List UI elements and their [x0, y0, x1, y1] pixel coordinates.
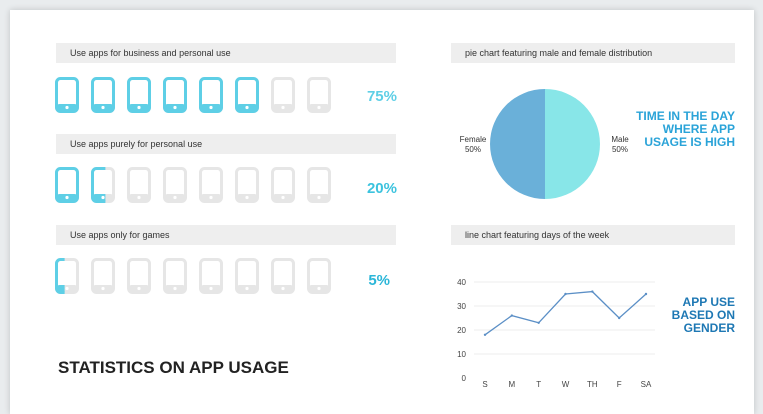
page-title: STATISTICS ON APP USAGE	[58, 358, 289, 377]
infographic-card: Use apps for business and personal use 7…	[10, 10, 754, 414]
phone-icon	[55, 167, 79, 203]
y-tick-label: 10	[457, 350, 466, 359]
phone-icon	[163, 258, 187, 294]
line-chart-header: line chart featuring days of the week	[451, 225, 735, 245]
x-tick-label: M	[508, 380, 515, 387]
pie-label-female: Female	[460, 135, 487, 144]
phone-icon	[55, 258, 79, 294]
phone-icon	[235, 258, 259, 294]
phone-icon	[127, 77, 151, 113]
line-chart: 0 10 20 30 40 S M T W TH F SA	[457, 278, 655, 387]
y-tick-label: 30	[457, 302, 466, 311]
phone-row-personal	[55, 167, 331, 203]
phone-icon	[307, 258, 331, 294]
line-point	[591, 290, 594, 293]
percent-personal: 20%	[366, 180, 397, 197]
percent-business-personal: 75%	[366, 88, 397, 105]
line-point	[483, 333, 487, 336]
phone-icon	[199, 167, 223, 203]
phone-icon	[163, 77, 187, 113]
x-tick-label: F	[617, 380, 622, 387]
line-point	[617, 316, 621, 320]
pie-chart-header: pie chart featuring male and female dist…	[451, 43, 735, 63]
phone-row-games	[55, 258, 331, 294]
line-point	[644, 292, 648, 296]
phone-icon	[271, 167, 295, 203]
pie-value-male: 50%	[612, 145, 628, 154]
phone-icon	[127, 167, 151, 203]
pie-slice-female	[490, 89, 545, 199]
phone-row-business-personal	[55, 77, 331, 113]
phone-icon	[199, 77, 223, 113]
phone-icon	[55, 77, 79, 113]
pie-value-female: 50%	[465, 145, 481, 154]
line-series	[484, 290, 647, 336]
phone-icon	[199, 258, 223, 294]
x-tick-label: T	[536, 380, 541, 387]
row-label-personal: Use apps purely for personal use	[56, 134, 396, 154]
pie-chart: Female50%Male50%	[460, 89, 629, 199]
line-point	[537, 321, 540, 324]
y-tick-label: 0	[462, 374, 467, 383]
callout-gender: APP USE BASED ON GENDER	[671, 295, 735, 335]
row-label-business-personal: Use apps for business and personal use	[56, 43, 396, 63]
x-tick-label: SA	[641, 380, 652, 387]
phone-icon	[91, 77, 115, 113]
line-point	[564, 292, 567, 296]
callout-time-of-day: TIME IN THE DAY WHERE APP USAGE IS HIGH	[636, 109, 735, 149]
line-point	[510, 314, 514, 317]
row-label-games: Use apps only for games	[56, 225, 396, 245]
pie-label-male: Male	[611, 135, 629, 144]
phone-icon	[91, 258, 115, 294]
phone-icon	[307, 77, 331, 113]
phone-icon	[235, 167, 259, 203]
y-tick-label: 40	[457, 278, 466, 287]
phone-icon	[271, 258, 295, 294]
phone-icon	[271, 77, 295, 113]
phone-icon	[235, 77, 259, 113]
pie-slice-male	[545, 89, 600, 199]
phone-icon	[127, 258, 151, 294]
percent-games: 5%	[368, 272, 390, 289]
phone-icon	[307, 167, 331, 203]
phone-icon	[163, 167, 187, 203]
x-tick-label: TH	[587, 380, 598, 387]
y-tick-label: 20	[457, 326, 466, 335]
x-tick-label: W	[562, 380, 570, 387]
phone-icon	[91, 167, 115, 203]
x-tick-label: S	[482, 380, 487, 387]
